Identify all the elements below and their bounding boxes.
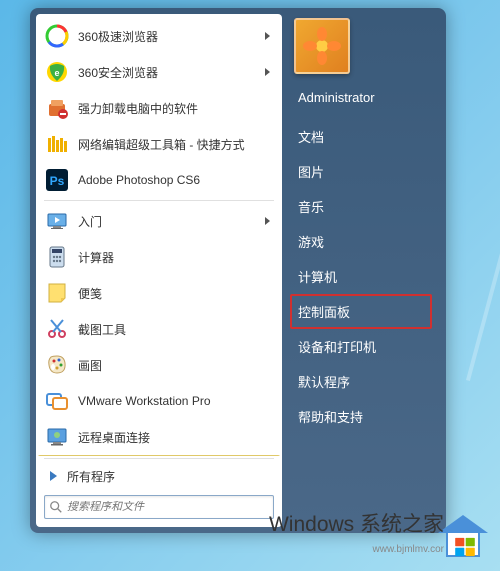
- program-item[interactable]: 画图: [38, 347, 280, 383]
- start-menu: 360极速浏览器 e 360安全浏览器强力卸载电脑中的软件网络编辑超级工具箱 - 快…: [30, 8, 446, 533]
- start-menu-right-panel: Administrator 文档图片音乐游戏计算机控制面板设备和打印机默认程序帮…: [282, 14, 440, 527]
- program-item[interactable]: 计算器: [38, 239, 280, 275]
- program-item[interactable]: 火绒医生: [38, 455, 280, 456]
- decoration-ray: [466, 13, 500, 381]
- toolbox-icon: [44, 131, 70, 157]
- program-label: 便笺: [78, 285, 274, 302]
- flower-avatar-icon: [302, 26, 342, 66]
- user-name-item[interactable]: Administrator: [290, 82, 432, 113]
- vmware-icon: [44, 388, 70, 414]
- program-label: 入门: [78, 213, 265, 230]
- program-label: Adobe Photoshop CS6: [78, 173, 274, 187]
- program-item[interactable]: 强力卸载电脑中的软件: [38, 90, 280, 126]
- watermark-url: www.bjmlmv.cor: [373, 544, 444, 555]
- submenu-arrow-icon: [265, 32, 270, 40]
- all-programs-label: 所有程序: [67, 468, 274, 485]
- program-item[interactable]: Ps Adobe Photoshop CS6: [38, 162, 280, 198]
- watermark: Windows 系统之家 www.bjmlmv.cor: [269, 508, 444, 555]
- uninstall-icon: [44, 95, 70, 121]
- program-label: 远程桌面连接: [78, 429, 274, 446]
- search-box[interactable]: [44, 495, 274, 519]
- calculator-icon: [44, 244, 70, 270]
- program-label: 强力卸载电脑中的软件: [78, 100, 274, 117]
- divider: [44, 200, 274, 201]
- arrow-right-icon: [50, 471, 57, 481]
- svg-text:e: e: [54, 68, 59, 78]
- 360-speed-browser-icon: [44, 23, 70, 49]
- photoshop-icon: Ps: [44, 167, 70, 193]
- sticky-notes-icon: [44, 280, 70, 306]
- right-panel-item[interactable]: 图片: [290, 154, 432, 189]
- right-panel-item[interactable]: 控制面板: [290, 294, 432, 329]
- program-label: 计算器: [78, 249, 274, 266]
- program-label: 画图: [78, 357, 274, 374]
- right-panel-item[interactable]: 设备和打印机: [290, 329, 432, 364]
- submenu-arrow-icon: [265, 217, 270, 225]
- program-list: 360极速浏览器 e 360安全浏览器强力卸载电脑中的软件网络编辑超级工具箱 - 快…: [38, 18, 280, 456]
- remote-desktop-icon: [44, 424, 70, 450]
- program-item[interactable]: 远程桌面连接: [38, 419, 280, 455]
- program-label: 360极速浏览器: [78, 28, 265, 45]
- program-label: 网络编辑超级工具箱 - 快捷方式: [78, 136, 274, 153]
- program-item[interactable]: 入门: [38, 203, 280, 239]
- submenu-arrow-icon: [265, 68, 270, 76]
- search-input[interactable]: [67, 501, 269, 513]
- search-icon: [49, 500, 63, 514]
- all-programs-button[interactable]: 所有程序: [38, 461, 280, 491]
- program-item[interactable]: 截图工具: [38, 311, 280, 347]
- watermark-house-icon: [438, 515, 488, 557]
- right-panel-item[interactable]: 计算机: [290, 259, 432, 294]
- watermark-text: Windows 系统之家: [269, 508, 444, 538]
- right-panel-item[interactable]: 音乐: [290, 189, 432, 224]
- snipping-tool-icon: [44, 316, 70, 342]
- program-item[interactable]: VMware Workstation Pro: [38, 383, 280, 419]
- right-panel-item[interactable]: 游戏: [290, 224, 432, 259]
- paint-icon: [44, 352, 70, 378]
- program-item[interactable]: 便笺: [38, 275, 280, 311]
- 360-safe-browser-icon: e: [44, 59, 70, 85]
- svg-text:Ps: Ps: [50, 174, 65, 188]
- program-label: VMware Workstation Pro: [78, 394, 274, 408]
- program-item[interactable]: 网络编辑超级工具箱 - 快捷方式: [38, 126, 280, 162]
- right-panel-item[interactable]: 文档: [290, 119, 432, 154]
- program-item[interactable]: e 360安全浏览器: [38, 54, 280, 90]
- right-panel-item[interactable]: 默认程序: [290, 364, 432, 399]
- right-panel-item[interactable]: 帮助和支持: [290, 399, 432, 434]
- getting-started-icon: [44, 208, 70, 234]
- user-picture[interactable]: [294, 18, 350, 74]
- start-menu-left-panel: 360极速浏览器 e 360安全浏览器强力卸载电脑中的软件网络编辑超级工具箱 - 快…: [36, 14, 282, 527]
- program-item[interactable]: 360极速浏览器: [38, 18, 280, 54]
- program-label: 360安全浏览器: [78, 64, 265, 81]
- divider: [44, 458, 274, 459]
- program-label: 截图工具: [78, 321, 274, 338]
